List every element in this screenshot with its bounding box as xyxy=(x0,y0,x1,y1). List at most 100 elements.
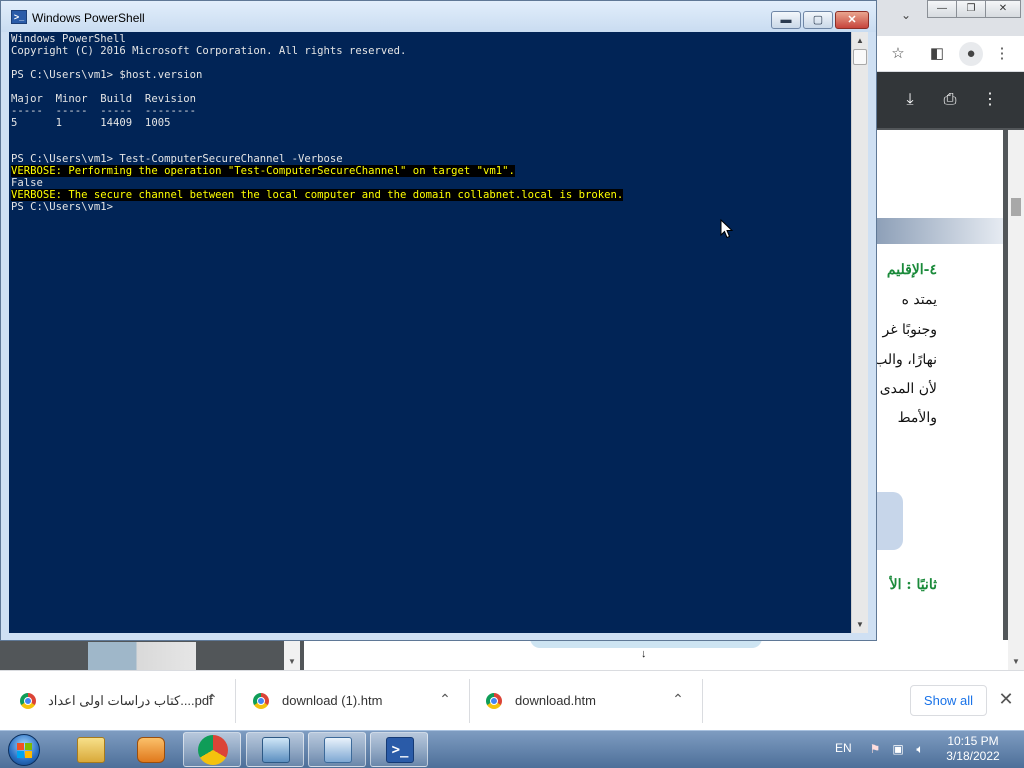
pdf-text-line: والأمط xyxy=(897,410,937,426)
control-panel-icon xyxy=(324,737,352,763)
chrome-file-icon xyxy=(253,693,269,709)
console-line-text: VERBOSE: Performing the operation "Test-… xyxy=(11,165,515,177)
taskbar-control-panel[interactable] xyxy=(308,732,366,767)
minimize-button[interactable]: ▬ xyxy=(771,11,801,29)
mouse-pointer-icon xyxy=(720,219,734,239)
console-line: PS C:\Users\vm1> Test-ComputerSecureChan… xyxy=(11,153,851,165)
taskbar-media-player[interactable] xyxy=(121,732,179,767)
chrome-close-button[interactable]: ✕ xyxy=(985,0,1021,18)
pdf-text-line: لأن المدى ا xyxy=(877,381,937,397)
taskbar-powershell[interactable]: >_ xyxy=(370,732,428,767)
console-line-text: ----- ----- ----- -------- xyxy=(11,105,196,117)
console-line: Windows PowerShell xyxy=(11,33,851,45)
console-line-text: False xyxy=(11,177,43,189)
console-line: PS C:\Users\vm1> xyxy=(11,201,851,213)
console-line-text: PS C:\Users\vm1> $host.version xyxy=(11,69,203,81)
pdf-scroll-thumb[interactable] xyxy=(1011,198,1021,216)
profile-avatar-icon[interactable]: ● xyxy=(959,42,983,66)
console-vertical-scrollbar[interactable]: ▲ ▼ xyxy=(851,32,868,633)
more-options-icon[interactable]: ⋮ xyxy=(979,90,1001,110)
download-item[interactable]: download (1).htm ⌃ xyxy=(237,679,470,723)
chevron-up-icon[interactable]: ⌃ xyxy=(670,691,686,708)
chrome-restore-button[interactable]: ❐ xyxy=(956,0,986,18)
print-icon[interactable]: ⎙ xyxy=(939,90,961,110)
console-verbose-line: VERBOSE: The secure channel between the … xyxy=(11,189,851,201)
console-line: PS C:\Users\vm1> $host.version xyxy=(11,69,851,81)
network-icon[interactable]: ▣ xyxy=(890,741,906,757)
chrome-menu-icon[interactable]: ⋮ xyxy=(992,44,1012,64)
scroll-down-arrow-icon[interactable]: ▼ xyxy=(852,616,868,633)
thumbnail-scroll-down-icon[interactable]: ▼ xyxy=(284,640,300,670)
pdf-callout-box xyxy=(877,492,903,550)
taskbar-remote-desktop[interactable] xyxy=(246,732,304,767)
taskbar-chrome[interactable] xyxy=(183,732,241,767)
download-item[interactable]: كتاب دراسات اولى اعداد....pdf ⌃ xyxy=(0,679,236,723)
start-button[interactable] xyxy=(4,733,44,767)
pdf-vertical-scrollbar[interactable]: ▼ xyxy=(1008,130,1024,670)
download-file-name: كتاب دراسات اولى اعداد....pdf xyxy=(48,693,213,708)
download-icon[interactable]: ⤓ xyxy=(899,90,921,110)
remote-desktop-icon xyxy=(262,737,290,763)
console-line: Major Minor Build Revision xyxy=(11,93,851,105)
system-clock[interactable]: 10:15 PM 3/18/2022 xyxy=(930,734,1016,764)
pdf-page-thumbnail[interactable] xyxy=(88,642,196,670)
pdf-text-line: ٤-الإقليم xyxy=(886,262,937,278)
download-file-name: download.htm xyxy=(515,693,596,708)
chrome-minimize-button[interactable]: — xyxy=(927,0,957,18)
download-file-name: download (1).htm xyxy=(282,693,383,708)
scroll-up-arrow-icon[interactable]: ▲ xyxy=(852,32,868,49)
powershell-title-bar[interactable]: >_ Windows PowerShell ▬ ▢ ✕ xyxy=(1,1,876,32)
pdf-text-line: ثانيًا : الأ xyxy=(889,577,937,593)
down-arrow-icon: ↓ xyxy=(641,648,647,660)
console-line-text: VERBOSE: The secure channel between the … xyxy=(11,189,624,201)
chrome-file-icon xyxy=(486,693,502,709)
close-download-bar-icon[interactable]: ✕ xyxy=(996,687,1016,711)
maximize-button[interactable]: ▢ xyxy=(803,11,833,29)
console-line: False xyxy=(11,177,851,189)
chevron-up-icon[interactable]: ⌃ xyxy=(437,691,453,708)
pdf-text-line: نهارًا، والب xyxy=(877,352,937,368)
taskbar-file-explorer[interactable] xyxy=(61,732,119,767)
chrome-toolbar: ☆ ◧ ● ⋮ xyxy=(877,36,1024,72)
windows-logo-icon xyxy=(8,734,40,766)
console-line-text: Windows PowerShell xyxy=(11,33,126,45)
chevron-up-icon[interactable]: ⌃ xyxy=(204,691,220,708)
media-player-icon xyxy=(137,737,165,763)
console-line: 5 1 14409 1005 xyxy=(11,117,851,129)
console-output[interactable]: Windows PowerShell Copyright (C) 2016 Mic… xyxy=(9,32,851,633)
close-button[interactable]: ✕ xyxy=(835,11,869,29)
bookmark-star-icon[interactable]: ☆ xyxy=(888,44,908,64)
console-line-text: PS C:\Users\vm1> Test-ComputerSecureChan… xyxy=(11,153,343,165)
clock-time: 10:15 PM xyxy=(947,734,999,748)
console-line: Copyright (C) 2016 Microsoft Corporation… xyxy=(11,45,851,57)
console-line-text: 5 1 14409 1005 xyxy=(11,117,171,129)
pdf-text-line: وجنوبًا غر xyxy=(882,322,937,338)
pdf-viewer-toolbar: ⤓ ⎙ ⋮ xyxy=(877,72,1024,128)
console-scroll-thumb[interactable] xyxy=(853,49,867,65)
tab-search-chevron-icon[interactable]: ⌄ xyxy=(896,8,916,26)
chrome-icon xyxy=(198,735,228,765)
scroll-down-arrow-icon[interactable]: ▼ xyxy=(1008,654,1024,670)
window-title: Windows PowerShell xyxy=(32,11,145,25)
download-item[interactable]: download.htm ⌃ xyxy=(471,679,703,723)
download-shelf: كتاب دراسات اولى اعداد....pdf ⌃ download… xyxy=(0,670,1024,730)
show-all-button[interactable]: Show all xyxy=(910,685,987,716)
pdf-banner-graphic xyxy=(877,218,1003,244)
language-indicator[interactable]: EN xyxy=(835,741,852,755)
action-center-icon[interactable]: ⚑ xyxy=(867,741,883,757)
side-panel-icon[interactable]: ◧ xyxy=(927,44,947,64)
console-line-text: PS C:\Users\vm1> xyxy=(11,201,114,213)
console-verbose-line: VERBOSE: Performing the operation "Test-… xyxy=(11,165,851,177)
folder-icon xyxy=(77,737,105,763)
console-line-text: Copyright (C) 2016 Microsoft Corporation… xyxy=(11,45,407,57)
console-line: ----- ----- ----- -------- xyxy=(11,105,851,117)
pdf-text-line: يمتد ه xyxy=(901,292,937,308)
volume-icon[interactable]: 🔈︎ xyxy=(912,741,928,757)
clock-date: 3/18/2022 xyxy=(946,749,1000,763)
windows-taskbar: >_ EN ⚑ ▣ 🔈︎ 10:15 PM 3/18/2022 xyxy=(0,730,1024,768)
powershell-icon[interactable]: >_ xyxy=(11,10,27,24)
